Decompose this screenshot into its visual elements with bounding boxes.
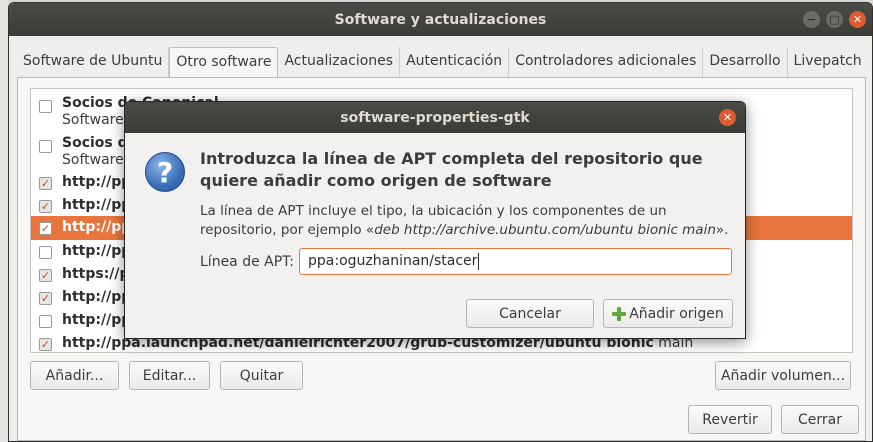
source-checkbox[interactable] [39,292,52,305]
tab-other-software[interactable]: Otro software [169,47,279,77]
source-checkbox[interactable] [39,177,52,190]
minimize-icon[interactable]: − [803,11,820,28]
question-icon: ? [145,152,185,192]
window-controls: − □ ✕ [803,11,866,28]
tab-software-ubuntu[interactable]: Software de Ubuntu [17,47,170,77]
dialog-description: La línea de APT incluye el tipo, la ubic… [200,203,729,238]
apt-line-input[interactable]: ppa:oguzhaninan/stacer [299,248,732,275]
cancel-button[interactable]: Cancelar [466,299,594,328]
tab-developer[interactable]: Desarrollo [703,47,788,77]
add-icon [612,306,627,321]
tab-additional-drivers[interactable]: Controladores adicionales [509,47,704,77]
source-checkbox[interactable] [39,246,52,259]
close-icon[interactable]: ✕ [849,11,866,28]
revert-button[interactable]: Revertir [688,405,772,434]
source-checkbox[interactable] [39,269,52,282]
apt-line-value: ppa:oguzhaninan/stacer [308,253,478,269]
source-checkbox[interactable] [39,100,52,113]
dialog-titlebar[interactable]: software-properties-gtk ✕ [125,102,745,133]
tab-livepatch[interactable]: Livepatch [788,47,868,77]
tab-bar: Software de Ubuntu Otro software Actuali… [17,47,868,77]
tab-authentication[interactable]: Autenticación [400,47,510,77]
text-caret [478,252,480,270]
add-volume-button[interactable]: Añadir volumen... [715,361,851,390]
close-icon[interactable]: ✕ [719,109,736,126]
window-title: Software y actualizaciones [334,11,547,28]
desktop-background-left [0,0,8,442]
maximize-icon[interactable]: □ [826,11,843,28]
close-button[interactable]: Cerrar [781,405,859,434]
source-checkbox[interactable] [39,222,52,235]
add-source-button[interactable]: Añadir origen [603,299,733,328]
tab-updates[interactable]: Actualizaciones [278,47,401,77]
dialog-heading: Introduzca la línea de APT completa del … [200,149,703,190]
source-checkbox[interactable] [39,315,52,328]
remove-button[interactable]: Quitar [220,361,303,390]
source-checkbox[interactable] [39,200,52,213]
dialog-title: software-properties-gtk [340,109,530,126]
source-checkbox[interactable] [39,338,52,351]
main-titlebar[interactable]: Software y actualizaciones − □ ✕ [9,3,872,36]
apt-line-label: Línea de APT: [200,254,294,270]
edit-button[interactable]: Editar... [129,361,210,390]
example-apt-line: deb http://archive.ubuntu.com/ubuntu bio… [374,222,716,238]
add-source-label: Añadir origen [629,305,724,322]
add-source-dialog: software-properties-gtk ✕ ? Introduzca l… [124,101,746,339]
source-checkbox[interactable] [39,140,52,153]
add-button[interactable]: Añadir... [30,361,119,390]
